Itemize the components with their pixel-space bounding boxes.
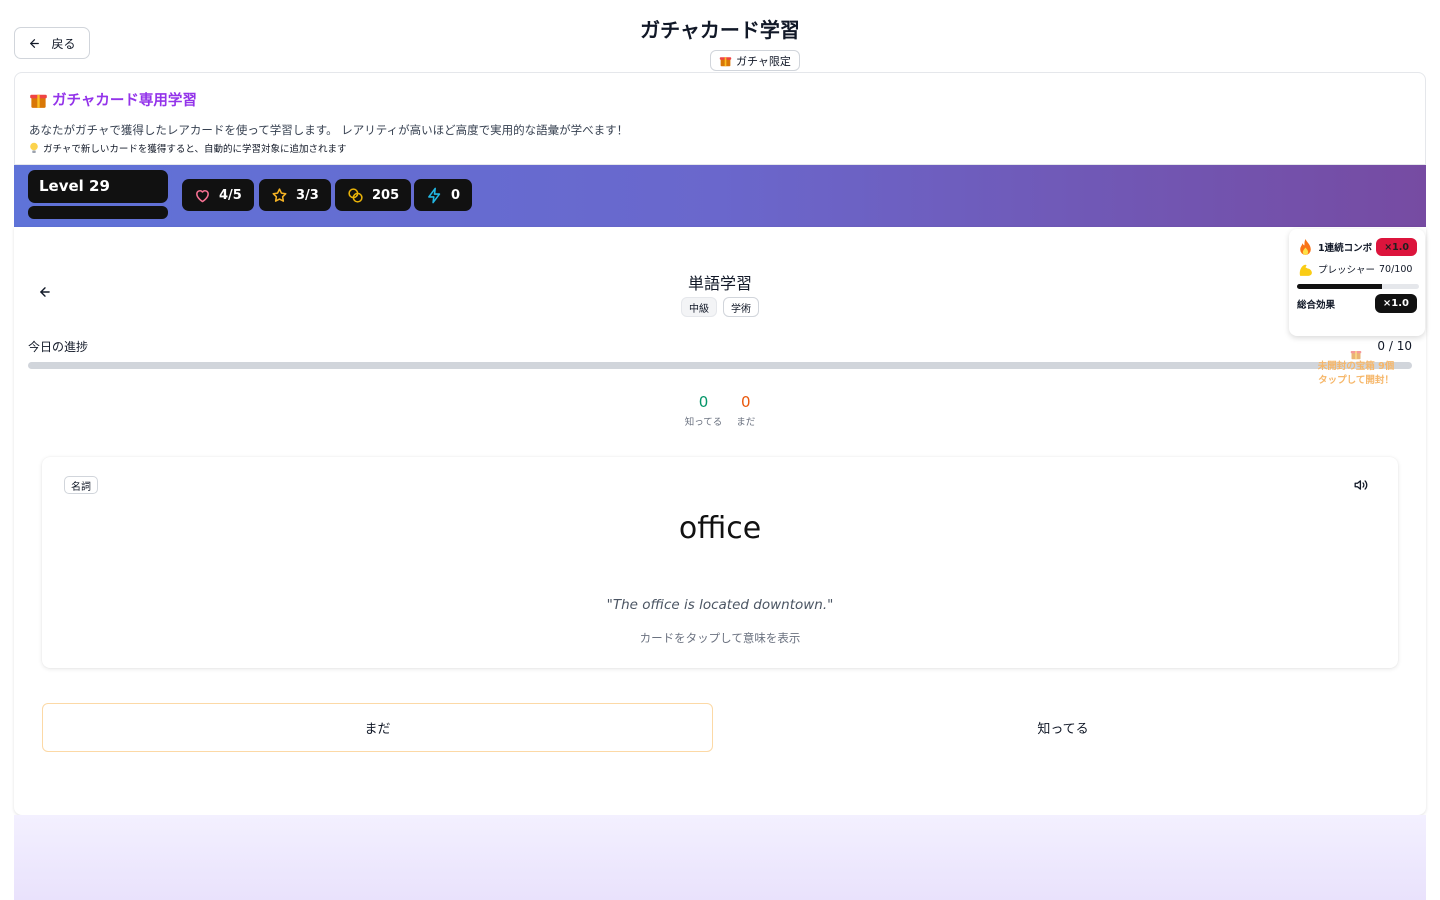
flashcard-hint: カードをタップして意味を表示 xyxy=(639,631,801,645)
tag-category: 学術 xyxy=(723,297,759,317)
hearts-stat: 4/5 xyxy=(182,179,254,211)
page-title: ガチャカード学習 xyxy=(640,18,800,42)
info-tip-row: ガチャで新しいカードを獲得すると、自動的に学習対象に追加されます xyxy=(29,141,1411,155)
unknown-count-value: 0 xyxy=(740,393,751,411)
coins-stat: 205 xyxy=(335,179,412,211)
learning-panel: 単語学習 中級 学術 今日の進捗 0 / 10 0 知ってる 0 まだ 名詞 o… xyxy=(14,227,1426,815)
stars-value: 3/3 xyxy=(296,187,319,203)
known-count: 0 知ってる xyxy=(685,393,723,428)
pressure-label: プレッシャー xyxy=(1318,265,1376,276)
combo-row: 1連続コンボ ×1.0 xyxy=(1297,236,1417,258)
player-status-bar: Level 29 4/5 3/3 205 0 xyxy=(14,165,1426,227)
level-display: Level 29 xyxy=(28,170,168,203)
treasure-cta: タップして開封！ xyxy=(1318,375,1394,386)
info-title: ガチャカード専用学習 xyxy=(52,93,197,109)
pressure-value: 70/100 xyxy=(1379,263,1413,275)
energy-stat: 0 xyxy=(414,179,473,211)
pressure-row: プレッシャー 70/100 xyxy=(1297,258,1417,280)
part-of-speech-tag: 名詞 xyxy=(64,476,98,494)
know-button[interactable]: 知ってる xyxy=(728,703,1398,752)
lightning-icon xyxy=(428,187,441,203)
unknown-count-label: まだ xyxy=(736,417,756,428)
total-effect-row: 総合効果 ×1.0 xyxy=(1297,294,1417,313)
heart-icon xyxy=(196,189,209,202)
flashcard[interactable]: 名詞 office "The office is located downtow… xyxy=(42,457,1398,668)
tag-level: 中級 xyxy=(681,297,717,317)
page-background-gradient xyxy=(14,815,1426,900)
total-effect-multiplier: ×1.0 xyxy=(1374,294,1417,313)
stars-stat: 3/3 xyxy=(259,179,331,211)
answer-counts: 0 知ってる 0 まだ xyxy=(14,393,1426,428)
total-effect-label: 総合効果 xyxy=(1297,299,1336,311)
combo-panel: 1連続コンボ ×1.0 プレッシャー 70/100 総合効果 ×1.0 xyxy=(1289,229,1425,336)
level-progress-bar xyxy=(28,206,168,219)
section-title: 単語学習 xyxy=(687,274,752,293)
hearts-value: 4/5 xyxy=(219,187,242,203)
coins-icon xyxy=(348,187,363,203)
flashcard-example: "The office is located downtown." xyxy=(606,597,834,613)
gacha-limited-badge: ガチャ限定 xyxy=(710,50,800,71)
gacha-badge-label: ガチャ限定 xyxy=(736,54,791,68)
gacha-info-card: ガチャカード専用学習 あなたがガチャで獲得したレアカードを使って学習します。 レ… xyxy=(14,72,1426,165)
progress-label: 今日の進捗 xyxy=(28,340,89,354)
treasure-notice[interactable]: 未開封の宝箱 9個 タップして開封！ xyxy=(1306,348,1406,388)
star-icon xyxy=(272,187,287,202)
speaker-icon[interactable] xyxy=(1354,478,1368,492)
flexed-biceps-icon xyxy=(1299,264,1312,276)
unknown-count: 0 まだ xyxy=(736,393,755,428)
energy-value: 0 xyxy=(451,187,461,203)
progress-bar xyxy=(28,362,1412,369)
tag-list: 中級 学術 xyxy=(14,297,1426,317)
pressure-bar xyxy=(1297,284,1419,289)
combo-label: 1連続コンボ xyxy=(1318,243,1373,254)
lightbulb-icon xyxy=(30,142,38,153)
treasure-count: 未開封の宝箱 9個 xyxy=(1317,361,1395,372)
flashcard-word: office xyxy=(678,511,762,546)
gift-icon xyxy=(1350,351,1362,360)
info-title-row: ガチャカード専用学習 xyxy=(29,89,1411,110)
info-description: あなたがガチャで獲得したレアカードを使って学習します。 レアリティが高いほど高度… xyxy=(29,123,629,137)
combo-multiplier: ×1.0 xyxy=(1376,238,1417,256)
known-count-value: 0 xyxy=(698,393,709,411)
info-tip: ガチャで新しいカードを獲得すると、自動的に学習対象に追加されます xyxy=(43,144,347,155)
coins-value: 205 xyxy=(372,187,400,203)
pressure-fill xyxy=(1297,284,1383,289)
gift-icon xyxy=(30,94,47,108)
fire-icon xyxy=(1300,238,1311,255)
known-count-label: 知ってる xyxy=(684,417,723,428)
gift-icon xyxy=(719,57,732,67)
dont-know-button[interactable]: まだ xyxy=(42,703,713,752)
